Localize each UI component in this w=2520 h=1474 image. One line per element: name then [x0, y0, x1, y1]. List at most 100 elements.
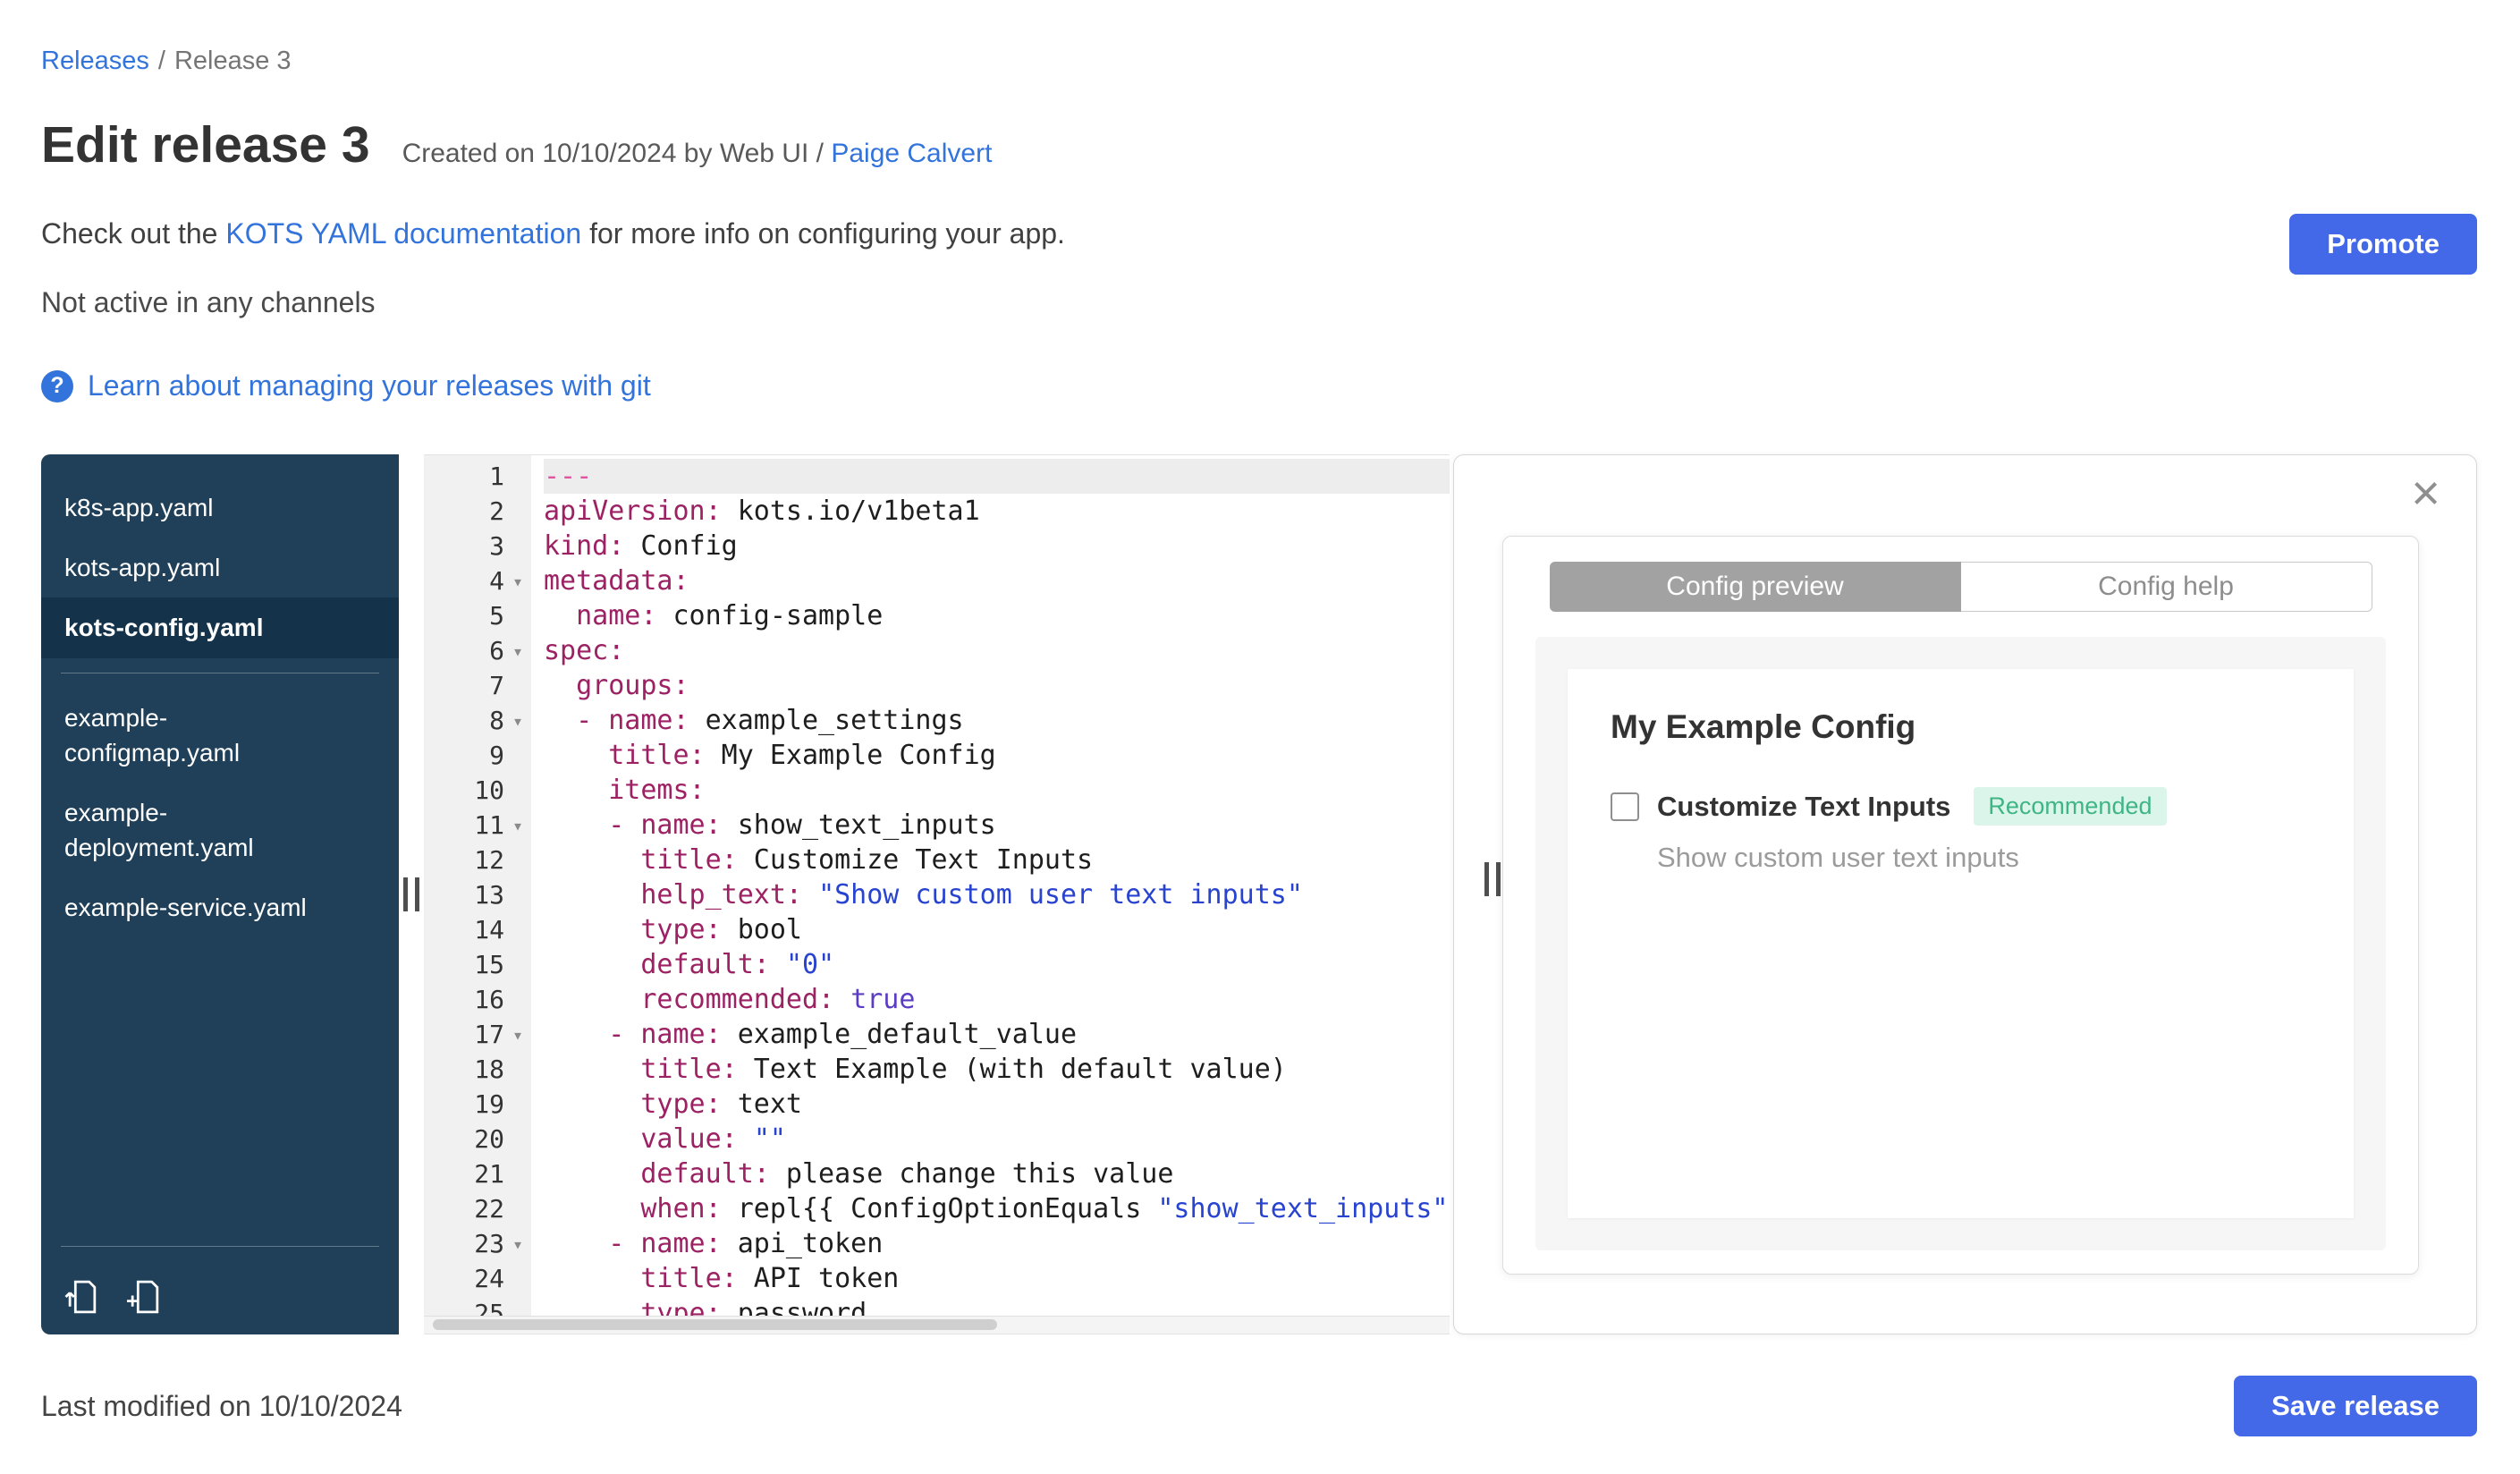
gutter-line-4: 4 ▾	[424, 563, 531, 598]
code-line-9[interactable]: title: My Example Config	[544, 738, 1450, 773]
code-line-13[interactable]: help_text: "Show custom user text inputs…	[544, 877, 1450, 912]
page: Releases / Release 3 Edit release 3 Create…	[0, 0, 2520, 1436]
code-line-4[interactable]: metadata:	[544, 563, 1450, 598]
gutter-line-13: 13	[474, 880, 504, 910]
close-icon[interactable]: ×	[2411, 468, 2440, 518]
code-line-5[interactable]: name: config-sample	[544, 598, 1450, 633]
preview-tabs: Config preview Config help	[1535, 562, 2386, 612]
code-line-17[interactable]: - name: example_default_value	[544, 1017, 1450, 1052]
file-item-kots-app.yaml[interactable]: kots-app.yaml	[41, 538, 399, 597]
config-group-title: My Example Config	[1611, 708, 1916, 745]
breadcrumb: Releases / Release 3	[41, 47, 2477, 76]
code-line-10[interactable]: items:	[544, 773, 1450, 808]
docs-line: Check out the KOTS YAML documentation fo…	[41, 217, 2477, 250]
gutter-line-2: 2	[489, 496, 504, 526]
file-item-example-deployment.yaml[interactable]: example-deployment.yaml	[41, 783, 399, 877]
fold-toggle-icon[interactable]: ▾	[504, 1233, 531, 1255]
preview-inset: My Example Config Customize Text Inputs …	[1535, 637, 2386, 1250]
git-releases-link[interactable]: Learn about managing your releases with …	[88, 369, 651, 402]
code-line-19[interactable]: type: text	[544, 1087, 1450, 1122]
fold-toggle-icon[interactable]: ▾	[504, 640, 531, 662]
yaml-editor[interactable]: 1 2 3 4 ▾ 5 6 ▾ 7 8 ▾ 9 10 11 ▾ 12 13 14 15 16 17 ▾ 18 19 20 21 22…	[424, 454, 1450, 1334]
code-line-16[interactable]: recommended: true	[544, 982, 1450, 1017]
gutter-line-19: 19	[474, 1089, 504, 1119]
code-line-11[interactable]: - name: show_text_inputs	[544, 808, 1450, 843]
breadcrumb-releases-link[interactable]: Releases	[41, 47, 149, 75]
scrollbar-thumb[interactable]	[433, 1319, 997, 1330]
gutter-line-5: 5	[489, 601, 504, 631]
code-line-3[interactable]: kind: Config	[544, 529, 1450, 563]
footer: Last modified on 10/10/2024 Save release	[41, 1376, 2477, 1436]
code-line-2[interactable]: apiVersion: kots.io/v1beta1	[544, 494, 1450, 529]
sidebar-bottom-divider	[61, 1246, 379, 1247]
gutter-line-8: 8 ▾	[424, 703, 531, 738]
gutter-line-3: 3	[489, 531, 504, 561]
code-line-8[interactable]: - name: example_settings	[544, 703, 1450, 738]
gutter-line-23: 23 ▾	[424, 1226, 531, 1261]
docs-prefix: Check out the	[41, 217, 226, 250]
fold-toggle-icon[interactable]: ▾	[504, 1024, 531, 1046]
code-line-7[interactable]: groups:	[544, 668, 1450, 703]
recommended-badge: Recommended	[1974, 787, 2167, 826]
preview-card: Config preview Config help My Example Con…	[1502, 536, 2419, 1275]
upload-file-icon[interactable]	[64, 1279, 100, 1315]
gutter-line-1: 1	[489, 462, 504, 491]
fold-toggle-icon[interactable]: ▾	[504, 710, 531, 732]
gutter-line-15: 15	[474, 950, 504, 979]
breadcrumb-separator: /	[157, 47, 165, 75]
tab-config-help[interactable]: Config help	[1960, 562, 2372, 612]
release-editor-workspace: k8s-app.yaml kots-app.yaml kots-config.yam…	[41, 454, 2477, 1334]
code-line-15[interactable]: default: "0"	[544, 947, 1450, 982]
gutter-line-24: 24	[474, 1264, 504, 1293]
gutter-line-20: 20	[474, 1124, 504, 1154]
gutter-line-7: 7	[489, 671, 504, 700]
sidebar-icons	[41, 1261, 399, 1327]
config-preview-panel: × Config preview Config help My Example C…	[1453, 454, 2477, 1334]
config-item-label: Customize Text Inputs	[1657, 790, 1951, 822]
code-line-12[interactable]: title: Customize Text Inputs	[544, 843, 1450, 877]
title-row: Edit release 3 Created on 10/10/2024 by …	[41, 115, 2477, 174]
editor-code[interactable]: --- apiVersion: kots.io/v1beta1 kind: Conf…	[531, 455, 1450, 1334]
fold-toggle-icon[interactable]: ▾	[504, 571, 531, 592]
gutter-line-21: 21	[474, 1159, 504, 1189]
file-list-primary: k8s-app.yaml kots-app.yaml kots-config.yam…	[41, 478, 399, 658]
sidebar-bottom	[41, 1232, 399, 1327]
preview-resize-handle[interactable]	[1484, 862, 1501, 896]
new-file-icon[interactable]	[127, 1279, 163, 1315]
fold-toggle-icon[interactable]: ▾	[504, 815, 531, 836]
file-sidebar: k8s-app.yaml kots-app.yaml kots-config.yam…	[41, 454, 399, 1334]
code-line-20[interactable]: value: ""	[544, 1122, 1450, 1156]
save-release-button[interactable]: Save release	[2234, 1376, 2477, 1436]
customize-text-inputs-checkbox[interactable]	[1611, 792, 1639, 821]
page-title: Edit release 3	[41, 116, 370, 174]
file-item-k8s-app.yaml[interactable]: k8s-app.yaml	[41, 478, 399, 538]
code-line-6[interactable]: spec:	[544, 633, 1450, 668]
help-question-icon: ?	[41, 369, 73, 402]
docs-suffix: for more info on configuring your app.	[581, 217, 1065, 250]
gutter-line-14: 14	[474, 915, 504, 945]
file-item-example-service.yaml[interactable]: example-service.yaml	[41, 877, 399, 937]
gutter-line-12: 12	[474, 845, 504, 875]
kots-docs-link[interactable]: KOTS YAML documentation	[225, 217, 581, 250]
tab-config-preview[interactable]: Config preview	[1549, 562, 1961, 612]
file-item-kots-config.yaml[interactable]: kots-config.yaml	[41, 597, 399, 658]
config-item-help: Show custom user text inputs	[1657, 842, 2019, 873]
file-item-example-configmap.yaml[interactable]: example-configmap.yaml	[41, 688, 399, 783]
code-line-14[interactable]: type: bool	[544, 912, 1450, 947]
gutter-line-10: 10	[474, 775, 504, 805]
gutter-line-16: 16	[474, 985, 504, 1014]
gutter-line-9: 9	[489, 741, 504, 770]
config-card: My Example Config Customize Text Inputs …	[1568, 669, 2354, 1218]
code-line-1[interactable]: ---	[544, 459, 1450, 494]
file-list-secondary: example-configmap.yaml example-deployment…	[41, 688, 399, 938]
code-line-21[interactable]: default: please change this value	[544, 1156, 1450, 1191]
code-line-23[interactable]: - name: api_token	[544, 1226, 1450, 1261]
channel-status: Not active in any channels	[41, 286, 376, 318]
author-link[interactable]: Paige Calvert	[831, 139, 992, 168]
sidebar-resize-handle[interactable]	[403, 877, 419, 911]
code-line-18[interactable]: title: Text Example (with default value)	[544, 1052, 1450, 1087]
code-line-22[interactable]: when: repl{{ ConfigOptionEquals "show_te…	[544, 1191, 1450, 1226]
code-line-24[interactable]: title: API token	[544, 1261, 1450, 1296]
editor-horizontal-scrollbar[interactable]	[424, 1316, 1450, 1334]
promote-button[interactable]: Promote	[2289, 214, 2477, 275]
